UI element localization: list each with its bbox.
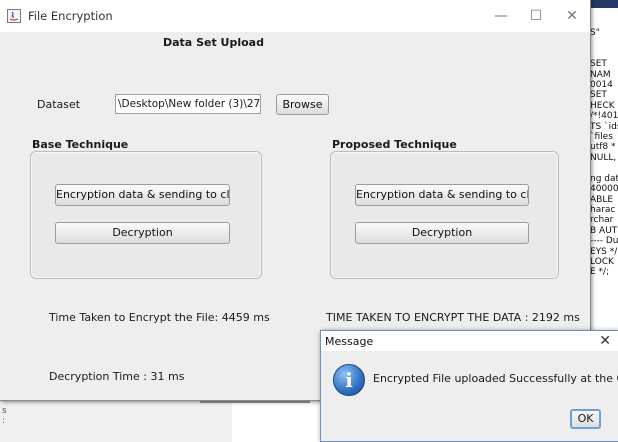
java-app-icon — [7, 9, 21, 23]
proposed-technique-panel — [330, 151, 559, 279]
editor-text: S" SET NAM 0014 SET HECK /*!401 TS `ids … — [590, 28, 618, 278]
base-technique-title: Base Technique — [32, 138, 129, 151]
window-title: File Encryption — [28, 9, 113, 23]
background-window-bottom: s : — [0, 400, 232, 442]
ok-button[interactable]: OK — [570, 409, 601, 429]
maximize-button[interactable]: ☐ — [521, 6, 551, 26]
close-button[interactable]: ✕ — [557, 6, 587, 26]
dialog-title-bar[interactable]: Message ✕ — [321, 331, 618, 351]
info-icon: i — [333, 364, 365, 396]
dialog-title: Message — [325, 335, 374, 348]
message-dialog: Message ✕ i Encrypted File uploaded Succ… — [320, 330, 618, 442]
base-technique-panel — [30, 151, 262, 279]
proposed-technique-title: Proposed Technique — [332, 138, 457, 151]
proposed-decrypt-button[interactable]: Decryption — [355, 222, 529, 244]
dataset-label: Dataset — [37, 98, 81, 111]
proposed-encrypt-time: TIME TAKEN TO ENCRYPT THE DATA : 2192 ms — [326, 311, 580, 324]
base-encrypt-time: Time Taken to Encrypt the File: 4459 ms — [49, 311, 270, 324]
dialog-close-icon[interactable]: ✕ — [599, 333, 611, 349]
window-title-bar[interactable]: File Encryption — ☐ ✕ — [0, 0, 590, 32]
base-decrypt-button[interactable]: Decryption — [55, 222, 230, 244]
editor-title-bar — [588, 0, 618, 8]
background-text: s : — [2, 406, 7, 426]
minimize-button[interactable]: — — [486, 6, 516, 26]
base-decrypt-time: Decryption Time : 31 ms — [49, 370, 185, 383]
page-title: Data Set Upload — [163, 36, 264, 49]
dialog-message: Encrypted File uploaded Successfully at … — [373, 372, 618, 385]
dataset-path-field[interactable]: \Desktop\New folder (3)\27.sql — [115, 94, 261, 114]
base-encrypt-button[interactable]: Encryption data & sending to cloud — [55, 184, 230, 206]
browse-button[interactable]: Browse — [276, 94, 329, 115]
proposed-encrypt-button[interactable]: Encryption data & sending to cloud — [355, 184, 529, 206]
background-divider — [200, 401, 310, 403]
